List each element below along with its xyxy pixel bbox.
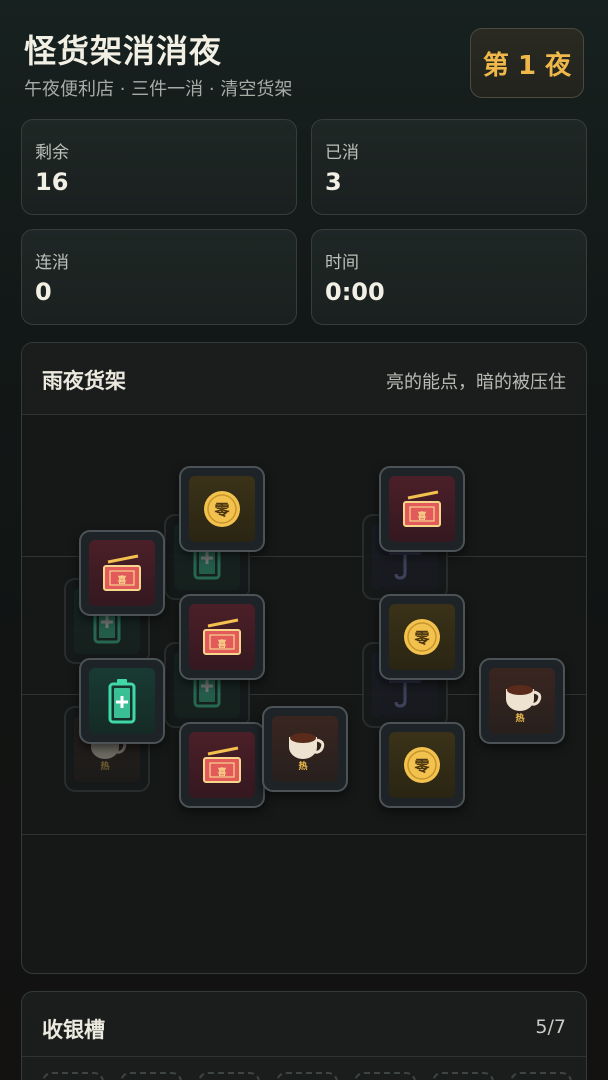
stat-remaining: 剩余 16 (21, 119, 297, 215)
night-badge: 第 1 夜 (470, 28, 584, 98)
shelf-title: 雨夜货架 (42, 369, 126, 393)
cashier-tray: 收银槽 5/7 (21, 991, 587, 1080)
coffee-cup-icon: 热 (489, 668, 555, 734)
coin-icon: 零 (389, 732, 455, 798)
cashier-slot (198, 1072, 260, 1080)
svg-text:喜: 喜 (217, 766, 226, 778)
cashier-slot (42, 1072, 104, 1080)
cashier-count: 5/7 (535, 1016, 566, 1038)
stat-combo: 连消 0 (21, 229, 297, 325)
stat-value: 16 (35, 168, 69, 196)
svg-text:喜: 喜 (117, 574, 126, 586)
cashier-slot (120, 1072, 182, 1080)
stat-value: 0 (35, 278, 52, 306)
coin-icon: 零 (189, 476, 255, 542)
page-title: 怪货架消消夜 (24, 32, 223, 70)
coffee-cup-icon: 热 (272, 716, 338, 782)
svg-text:喜: 喜 (417, 510, 426, 522)
red-envelope-icon: 喜 (189, 604, 255, 670)
svg-text:零: 零 (413, 629, 430, 647)
svg-text:热: 热 (298, 760, 307, 771)
svg-text:热: 热 (515, 712, 524, 723)
svg-text:热: 热 (100, 760, 109, 771)
shelf-tile[interactable]: 零 (379, 722, 465, 808)
red-envelope-icon: 喜 (189, 732, 255, 798)
cashier-slot (354, 1072, 416, 1080)
svg-text:零: 零 (413, 757, 430, 775)
shelf-tile[interactable]: 喜 (379, 466, 465, 552)
shelf-divider (22, 834, 586, 835)
stat-label: 剩余 (35, 143, 69, 163)
cashier-slot (276, 1072, 338, 1080)
svg-text:零: 零 (213, 501, 230, 519)
stat-value: 3 (325, 168, 342, 196)
cashier-slot (510, 1072, 572, 1080)
cashier-divider (22, 1056, 586, 1057)
shelf-tile[interactable] (79, 658, 165, 744)
shelf-tile[interactable]: 零 (379, 594, 465, 680)
coin-icon: 零 (389, 604, 455, 670)
cashier-slot (432, 1072, 494, 1080)
shelf-tile[interactable]: 喜 (179, 594, 265, 680)
shelf-hint: 亮的能点，暗的被压住 (386, 372, 566, 393)
stat-cleared: 已消 3 (311, 119, 587, 215)
stat-label: 连消 (35, 253, 69, 273)
stat-label: 已消 (325, 143, 359, 163)
battery-icon (89, 668, 155, 734)
shelf-tile[interactable]: 热 (479, 658, 565, 744)
shelf-tile[interactable]: 零 (179, 466, 265, 552)
stat-label: 时间 (325, 253, 359, 273)
red-envelope-icon: 喜 (89, 540, 155, 606)
stat-time: 时间 0:00 (311, 229, 587, 325)
shelf-tile[interactable]: 热 (262, 706, 348, 792)
red-envelope-icon: 喜 (389, 476, 455, 542)
stat-value: 0:00 (325, 278, 385, 306)
shelf-panel: 雨夜货架 亮的能点，暗的被压住 热零喜喜喜热喜零热零 (21, 342, 587, 974)
shelf-header: 雨夜货架 亮的能点，暗的被压住 (22, 343, 586, 415)
cashier-title: 收银槽 (42, 1018, 105, 1042)
page-subtitle: 午夜便利店 · 三件一消 · 清空货架 (24, 79, 293, 100)
shelf-tile[interactable]: 喜 (179, 722, 265, 808)
shelf-tile[interactable]: 喜 (79, 530, 165, 616)
svg-text:喜: 喜 (217, 638, 226, 650)
